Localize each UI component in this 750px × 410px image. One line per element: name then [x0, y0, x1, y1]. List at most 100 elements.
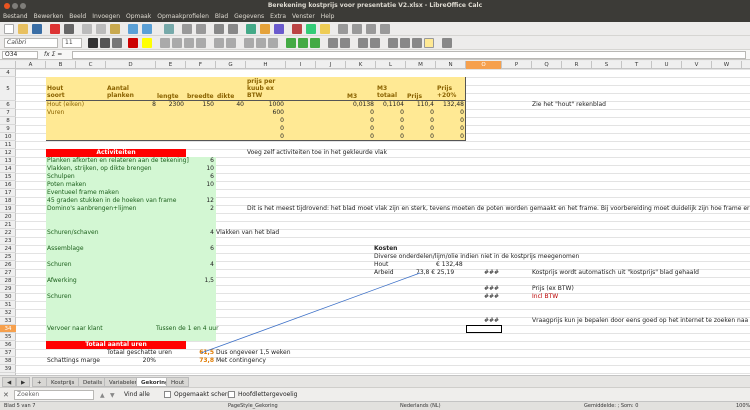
- row-header[interactable]: 5: [0, 77, 16, 101]
- row-header[interactable]: 4: [0, 69, 16, 77]
- find-input[interactable]: Zoeken: [14, 390, 94, 400]
- row-header[interactable]: 36: [0, 341, 16, 349]
- find-next-icon[interactable]: ▼: [110, 392, 115, 399]
- row-header[interactable]: 28: [0, 277, 16, 285]
- border-color-icon[interactable]: [412, 38, 422, 48]
- redo-icon[interactable]: [142, 24, 152, 34]
- wrap-icon[interactable]: [214, 38, 224, 48]
- comment-icon[interactable]: [320, 24, 330, 34]
- row-header[interactable]: 38: [0, 357, 16, 365]
- find-prev-icon[interactable]: ▲: [100, 392, 105, 399]
- pdf-icon[interactable]: [50, 24, 60, 34]
- column-header-p[interactable]: P: [502, 61, 532, 69]
- remove-decimal-icon[interactable]: [340, 38, 350, 48]
- menu-opmaakprofielen[interactable]: Opmaakprofielen: [154, 12, 212, 22]
- row-header[interactable]: 23: [0, 237, 16, 245]
- header-footer-icon[interactable]: [338, 24, 348, 34]
- column-header-u[interactable]: U: [652, 61, 682, 69]
- column-header-o[interactable]: O: [466, 61, 502, 69]
- column-header-r[interactable]: R: [562, 61, 592, 69]
- column-header-l[interactable]: L: [376, 61, 406, 69]
- image-icon[interactable]: [246, 24, 256, 34]
- font-size-combo[interactable]: 11: [62, 38, 82, 48]
- menu-venster[interactable]: Venster: [289, 12, 318, 22]
- split-icon[interactable]: [366, 24, 376, 34]
- row-header[interactable]: 33: [0, 317, 16, 325]
- row-header[interactable]: 29: [0, 285, 16, 293]
- column-header-s[interactable]: S: [592, 61, 622, 69]
- formula-input[interactable]: [72, 51, 746, 59]
- row-header[interactable]: 19: [0, 205, 16, 213]
- freeze-icon[interactable]: [352, 24, 362, 34]
- open-icon[interactable]: [18, 24, 28, 34]
- menu-extra[interactable]: Extra: [267, 12, 289, 22]
- column-header-n[interactable]: N: [436, 61, 466, 69]
- highlight-icon[interactable]: [142, 38, 152, 48]
- valign-top-icon[interactable]: [244, 38, 254, 48]
- rows-icon[interactable]: [182, 24, 192, 34]
- valign-center-icon[interactable]: [256, 38, 266, 48]
- selected-cell-cursor[interactable]: [466, 325, 502, 333]
- row-header[interactable]: 18: [0, 197, 16, 205]
- row-header[interactable]: 20: [0, 213, 16, 221]
- row-header[interactable]: 16: [0, 181, 16, 189]
- cell-area[interactable]: Hout soort Aantal planken lengte breedte…: [16, 69, 750, 375]
- save-icon[interactable]: [32, 24, 42, 34]
- justify-icon[interactable]: [196, 38, 206, 48]
- percent-icon[interactable]: [298, 38, 308, 48]
- close-find-icon[interactable]: ✕: [3, 391, 9, 399]
- column-header-j[interactable]: J: [316, 61, 346, 69]
- row-header[interactable]: 12: [0, 149, 16, 157]
- column-header-i[interactable]: I: [286, 61, 316, 69]
- row-header[interactable]: 15: [0, 173, 16, 181]
- column-header-a[interactable]: A: [16, 61, 46, 69]
- print-icon[interactable]: [64, 24, 74, 34]
- row-header[interactable]: 17: [0, 189, 16, 197]
- menu-bestand[interactable]: Bestand: [0, 12, 31, 22]
- find-all-button[interactable]: Vind alle: [124, 391, 150, 399]
- row-header[interactable]: 7: [0, 109, 16, 117]
- row-header[interactable]: 27: [0, 269, 16, 277]
- status-zoom[interactable]: 100%: [736, 402, 750, 410]
- column-header-d[interactable]: D: [106, 61, 156, 69]
- align-center-icon[interactable]: [172, 38, 182, 48]
- tab-kostprijs[interactable]: Kostprijs: [46, 377, 80, 387]
- draw-icon[interactable]: [380, 24, 390, 34]
- cut-icon[interactable]: [82, 24, 92, 34]
- row-header[interactable]: 25: [0, 253, 16, 261]
- function-wizard-icon[interactable]: fx Σ =: [44, 51, 62, 59]
- italic-icon[interactable]: [100, 38, 110, 48]
- new-icon[interactable]: [4, 24, 14, 34]
- copy-icon[interactable]: [96, 24, 106, 34]
- column-header-t[interactable]: T: [622, 61, 652, 69]
- row-header[interactable]: 26: [0, 261, 16, 269]
- font-color-icon[interactable]: [128, 38, 138, 48]
- select-all-corner[interactable]: [0, 61, 16, 69]
- match-case-checkbox[interactable]: [228, 391, 235, 398]
- undo-icon[interactable]: [128, 24, 138, 34]
- menu-gegevens[interactable]: Gegevens: [231, 12, 267, 22]
- currency-icon[interactable]: [286, 38, 296, 48]
- row-header[interactable]: 13: [0, 157, 16, 165]
- bold-icon[interactable]: [88, 38, 98, 48]
- font-name-combo[interactable]: Calibri: [4, 38, 58, 48]
- column-header-f[interactable]: F: [186, 61, 216, 69]
- align-right-icon[interactable]: [184, 38, 194, 48]
- row-header[interactable]: 35: [0, 333, 16, 341]
- border-style-icon[interactable]: [400, 38, 410, 48]
- column-header-b[interactable]: B: [46, 61, 76, 69]
- column-header-m[interactable]: M: [406, 61, 436, 69]
- column-header-h[interactable]: H: [246, 61, 286, 69]
- valign-bottom-icon[interactable]: [268, 38, 278, 48]
- formatted-display-checkbox[interactable]: [164, 391, 171, 398]
- number-format-icon[interactable]: [310, 38, 320, 48]
- columns-icon[interactable]: [196, 24, 206, 34]
- row-header[interactable]: 32: [0, 309, 16, 317]
- row-header[interactable]: 9: [0, 125, 16, 133]
- row-header[interactable]: 11: [0, 141, 16, 149]
- menu-opmaak[interactable]: Opmaak: [123, 12, 154, 22]
- tab-nav-first-icon[interactable]: ◀: [2, 377, 17, 387]
- filter-icon[interactable]: [228, 24, 238, 34]
- borders-icon[interactable]: [388, 38, 398, 48]
- sort-icon[interactable]: [214, 24, 224, 34]
